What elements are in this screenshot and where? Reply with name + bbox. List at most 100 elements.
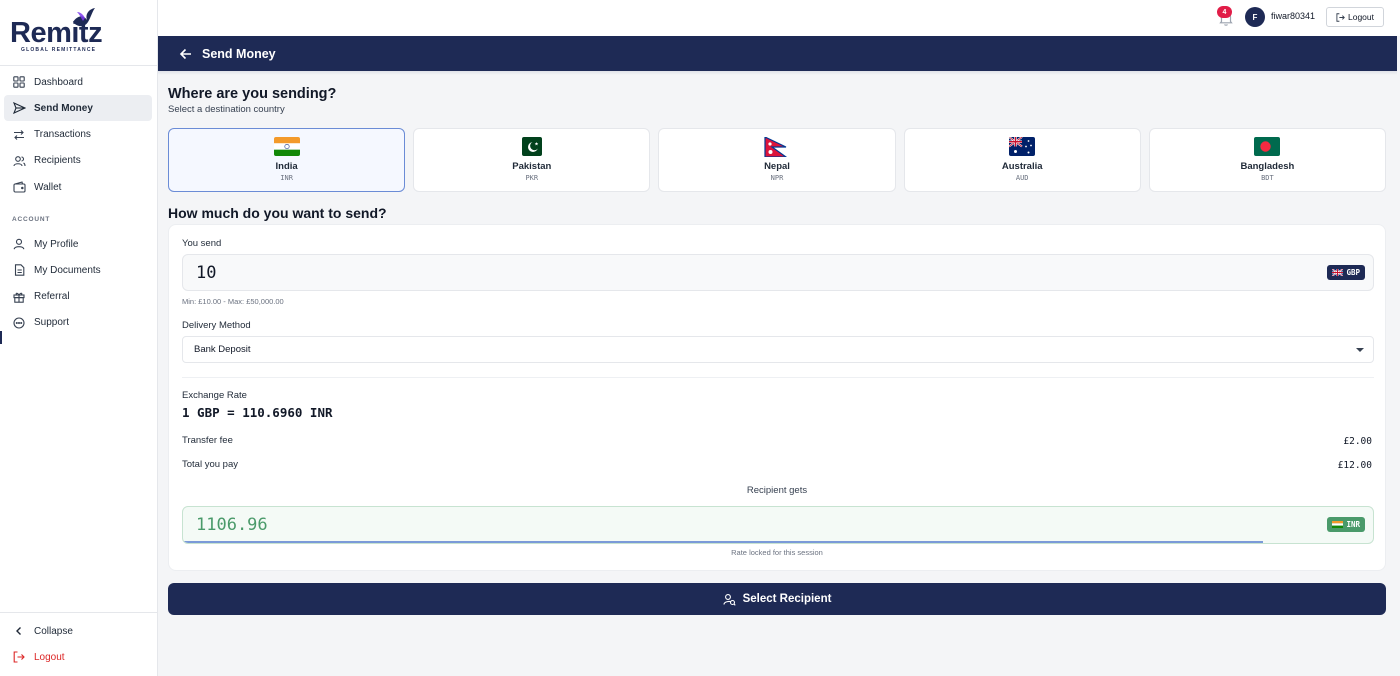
- sidebar-item-recipients[interactable]: Recipients: [4, 148, 152, 174]
- sidebar-item-dashboard[interactable]: Dashboard: [4, 69, 152, 95]
- sidebar-item-label: Recipients: [34, 155, 81, 167]
- sidebar-item-my-documents[interactable]: My Documents: [4, 257, 152, 283]
- back-arrow-icon[interactable]: [179, 47, 193, 61]
- recipient-amount-field: 1106.96 INR: [182, 506, 1374, 544]
- destination-heading: Where are you sending?: [168, 86, 337, 102]
- sidebar-item-label: Support: [34, 317, 70, 329]
- country-card-india[interactable]: India INR: [168, 128, 406, 192]
- nepal-flag-icon: [764, 136, 790, 158]
- swap-icon: [12, 128, 26, 142]
- users-icon: [12, 154, 26, 168]
- sidebar-item-label: Referral: [34, 291, 70, 303]
- logout-icon: [1336, 12, 1345, 22]
- sidebar-logout-button[interactable]: Logout: [4, 644, 152, 670]
- scroll-marker: [0, 331, 2, 344]
- collapse-label: Collapse: [34, 625, 73, 637]
- total-pay-label: Total you pay: [182, 459, 238, 470]
- currency-code: NPR: [770, 174, 784, 182]
- username[interactable]: fiwar80341: [1271, 11, 1315, 21]
- send-currency-code: GBP: [1346, 268, 1360, 277]
- send-amount-input[interactable]: 10 GBP: [182, 254, 1374, 291]
- notification-count-badge: 4: [1217, 6, 1232, 18]
- transfer-fee-value: £2.00: [1343, 436, 1372, 447]
- logout-button-label: Logout: [1348, 12, 1374, 22]
- country-card-nepal[interactable]: Nepal NPR: [658, 128, 896, 192]
- user-icon: [12, 237, 26, 251]
- avatar[interactable]: F: [1245, 7, 1265, 27]
- country-name: India: [275, 161, 298, 172]
- exchange-rate-label: Exchange Rate: [182, 390, 247, 401]
- account-nav: My Profile My Documents Referral Support: [4, 231, 152, 336]
- sidebar-item-label: My Documents: [34, 264, 101, 276]
- india-flag-icon: [273, 137, 300, 156]
- sidebar-item-label: Send Money: [34, 102, 93, 114]
- main-nav: Dashboard Send Money Transactions Recipi…: [4, 69, 152, 200]
- recipient-amount-value: 1106.96: [196, 515, 268, 535]
- receive-currency-code: INR: [1346, 520, 1360, 529]
- gift-icon: [12, 290, 26, 304]
- country-card-bangladesh[interactable]: Bangladesh BDT: [1148, 128, 1387, 192]
- delivery-method-label: Delivery Method: [182, 320, 251, 331]
- delivery-method-select[interactable]: Bank Deposit: [182, 336, 1374, 363]
- account-section-label: ACCOUNT: [12, 215, 51, 223]
- page-header: Send Money: [158, 36, 1397, 71]
- total-pay-value: £12.00: [1337, 460, 1372, 471]
- sidebar-item-label: Transactions: [34, 129, 91, 141]
- recipient-gets-label: Recipient gets: [746, 485, 808, 496]
- receive-currency-pill: INR: [1327, 517, 1365, 532]
- sidebar-item-label: My Profile: [34, 238, 79, 250]
- bangladesh-flag-icon: [1254, 137, 1281, 156]
- country-card-australia[interactable]: Australia AUD: [903, 128, 1141, 192]
- sidebar-item-label: Wallet: [34, 181, 62, 193]
- currency-code: AUD: [1015, 174, 1029, 182]
- page-title: Send Money: [202, 46, 276, 61]
- country-name: Australia: [1001, 161, 1043, 172]
- destination-subheading: Select a destination country: [168, 104, 285, 115]
- grid-icon: [12, 75, 26, 89]
- sidebar-item-label: Dashboard: [34, 76, 83, 88]
- delivery-method-value: Bank Deposit: [194, 344, 251, 355]
- amount-limits: Min: £10.00 - Max: £50,000.00: [182, 297, 284, 306]
- send-currency-pill[interactable]: GBP: [1327, 265, 1365, 280]
- select-recipient-label: Select Recipient: [742, 593, 832, 605]
- currency-code: BDT: [1261, 174, 1274, 182]
- recipient-search-icon: [723, 593, 736, 606]
- top-bar: 4 F fiwar80341 Logout: [158, 0, 1400, 36]
- header-shadow: [158, 71, 1397, 75]
- amount-heading: How much do you want to send?: [168, 205, 387, 221]
- section-divider: [182, 377, 1374, 378]
- currency-code: INR: [280, 174, 293, 182]
- transfer-fee-label: Transfer fee: [182, 435, 233, 446]
- sidebar: Remitz GLOBAL REMITTANCE Dashboard Send …: [0, 0, 158, 676]
- you-send-label: You send: [182, 238, 222, 249]
- sidebar-item-my-profile[interactable]: My Profile: [4, 231, 152, 257]
- sidebar-item-referral[interactable]: Referral: [4, 284, 152, 310]
- sidebar-item-transactions[interactable]: Transactions: [4, 122, 152, 148]
- brand-tagline: GLOBAL REMITTANCE: [21, 47, 97, 53]
- send-icon: [12, 101, 26, 115]
- country-selector: India INR Pakistan PKR Nepal NPR Austral…: [168, 128, 1387, 192]
- logout-button[interactable]: Logout: [1326, 7, 1384, 27]
- india-flag-icon: [1332, 521, 1344, 528]
- country-card-pakistan[interactable]: Pakistan PKR: [413, 128, 651, 192]
- country-name: Bangladesh: [1240, 161, 1295, 172]
- select-recipient-button[interactable]: Select Recipient: [168, 583, 1386, 615]
- send-amount-value: 10: [196, 263, 217, 283]
- australia-flag-icon: [1009, 137, 1036, 156]
- logout-icon: [12, 650, 26, 664]
- bottom-nav: Collapse Logout: [4, 618, 152, 671]
- uk-flag-icon: [1332, 269, 1344, 276]
- document-icon: [12, 263, 26, 277]
- collapse-button[interactable]: Collapse: [4, 618, 152, 644]
- sidebar-divider: [0, 612, 157, 613]
- chat-icon: [12, 316, 26, 330]
- exchange-rate-value: 1 GBP = 110.6960 INR: [182, 405, 333, 420]
- sidebar-item-support[interactable]: Support: [4, 310, 152, 336]
- sidebar-item-send-money[interactable]: Send Money: [4, 95, 152, 122]
- sidebar-item-wallet[interactable]: Wallet: [4, 174, 152, 200]
- country-name: Nepal: [764, 161, 790, 172]
- brand-logo[interactable]: Remitz GLOBAL REMITTANCE: [0, 0, 157, 66]
- wallet-icon: [12, 180, 26, 194]
- currency-code: PKR: [525, 174, 539, 182]
- chevron-down-icon: [1356, 348, 1364, 352]
